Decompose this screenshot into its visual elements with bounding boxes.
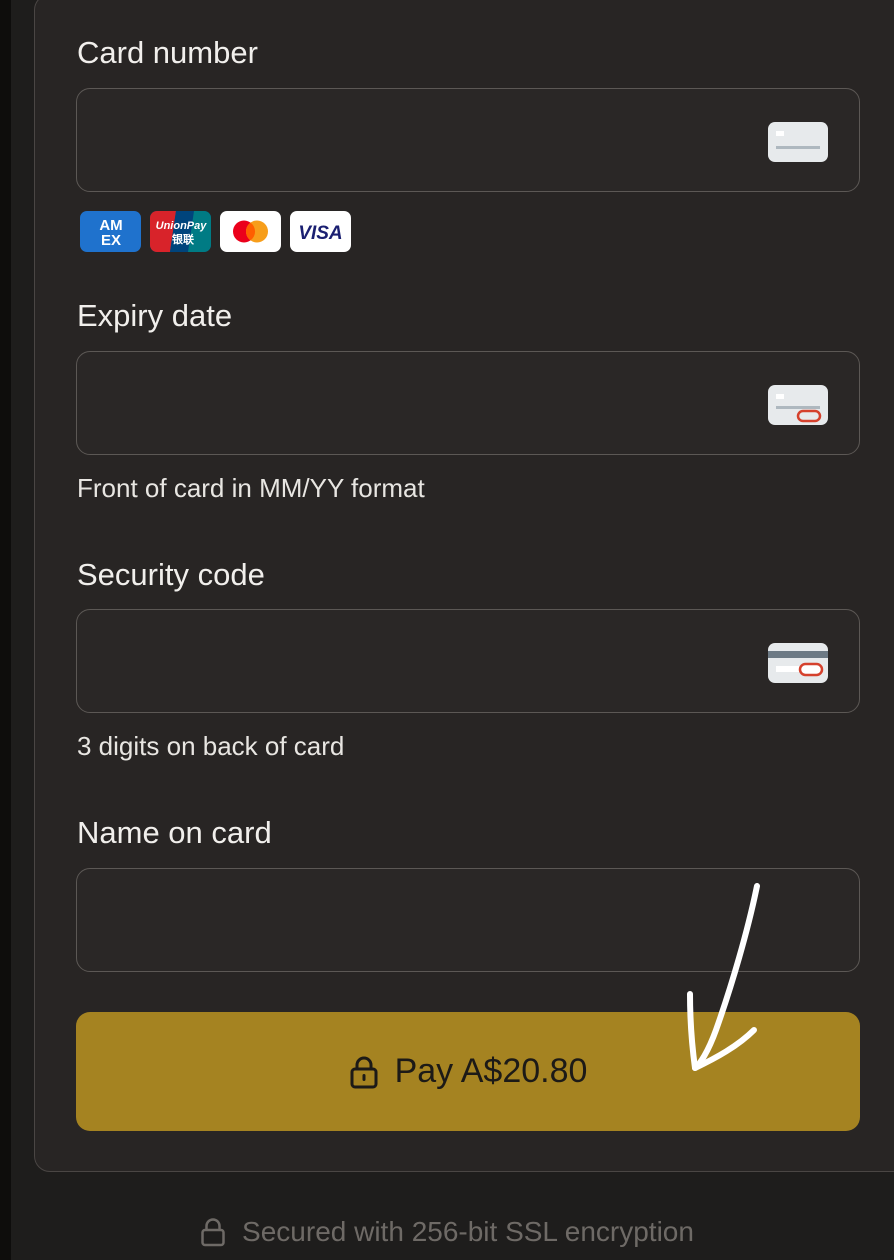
expiry-date-input[interactable] (77, 352, 859, 454)
name-on-card-input[interactable] (77, 869, 859, 971)
visa-logo: VISA (290, 211, 351, 252)
visa-mark: VISA (298, 223, 342, 244)
card-expiry-icon (768, 385, 828, 425)
security-code-label: Security code (77, 557, 265, 592)
pay-button-label: Pay A$20.80 (394, 1052, 588, 1090)
card-number-field[interactable] (76, 88, 860, 192)
pay-button[interactable]: Pay A$20.80 (76, 1012, 860, 1131)
card-number-input[interactable] (77, 89, 859, 191)
card-number-label: Card number (77, 35, 258, 70)
name-on-card-field[interactable] (76, 868, 860, 972)
unionpay-cn-mark: 银联 (172, 232, 194, 246)
security-code-field[interactable] (76, 609, 860, 713)
footer-lock-icon (201, 1218, 225, 1247)
unionpay-logo: UnionPay 银联 (150, 211, 211, 252)
card-back-cvc-icon (768, 643, 828, 683)
payment-page: Card number AM EX UnionPay 银联 VISA Expir… (0, 0, 894, 1260)
amex-logo: AM EX (80, 211, 141, 252)
name-on-card-label: Name on card (77, 815, 272, 850)
expiry-date-hint: Front of card in MM/YY format (77, 473, 425, 503)
mastercard-logo (220, 211, 281, 252)
card-front-icon (768, 122, 828, 162)
unionpay-mark: UnionPay (156, 220, 208, 232)
left-edge-strip (0, 0, 11, 1260)
lock-icon (350, 1056, 378, 1088)
amex-mark-bottom: EX (101, 232, 121, 249)
accepted-card-brands: AM EX UnionPay 银联 VISA (80, 211, 351, 253)
security-code-hint: 3 digits on back of card (77, 731, 345, 761)
ssl-security-text: Secured with 256-bit SSL encryption (242, 1216, 694, 1247)
expiry-date-label: Expiry date (77, 298, 233, 333)
ssl-security-notice: Secured with 256-bit SSL encryption (0, 1212, 894, 1252)
security-code-input[interactable] (77, 610, 859, 712)
expiry-date-field[interactable] (76, 351, 860, 455)
